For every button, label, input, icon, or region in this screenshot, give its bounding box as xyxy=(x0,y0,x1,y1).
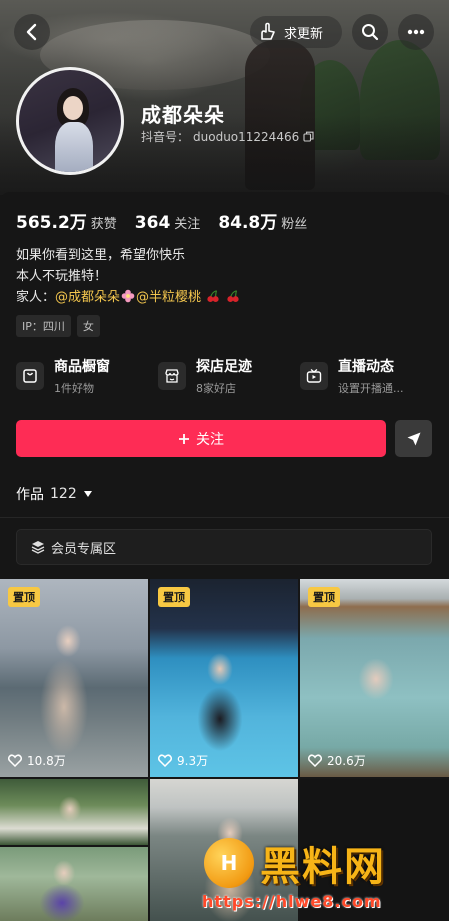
more-options-button[interactable] xyxy=(398,14,434,50)
divider xyxy=(0,517,449,518)
followers-count: 84.8万 xyxy=(218,213,278,233)
follow-button[interactable]: 关注 xyxy=(16,420,386,457)
cherry-emoji-icon xyxy=(207,290,219,303)
member-zone-button[interactable]: 会员专属区 xyxy=(16,529,432,565)
search-icon xyxy=(362,24,379,41)
video-likes: 10.8万 xyxy=(8,752,66,769)
family-label: 家人： xyxy=(16,290,56,305)
followers-stat[interactable]: 84.8万 粉丝 xyxy=(218,208,307,233)
video-likes: 9.3万 xyxy=(158,752,208,769)
shop-window-icon xyxy=(23,369,37,383)
douyin-id-label: 抖音号： xyxy=(141,130,190,144)
ip-location-tag: IP：四川 xyxy=(16,315,71,337)
followers-label: 粉丝 xyxy=(281,217,308,232)
caret-down-icon xyxy=(83,491,92,497)
watermark-url: https://hlwe8.com xyxy=(202,892,382,911)
following-stat[interactable]: 364 关注 xyxy=(135,213,201,233)
mention-link[interactable]: @半粒樱桃 xyxy=(136,290,201,305)
layers-icon xyxy=(31,541,45,554)
following-label: 关注 xyxy=(174,217,201,232)
watermark-brand: 黑料网 xyxy=(260,844,386,890)
hand-point-icon xyxy=(261,22,275,40)
store-visit-card[interactable]: 探店足迹 8家好店 xyxy=(158,352,252,400)
profile-tags: IP：四川 女 xyxy=(16,315,100,337)
more-dots-icon xyxy=(407,29,425,35)
card-subtitle: 8家好店 xyxy=(196,382,236,395)
gender-tag: 女 xyxy=(76,315,100,337)
member-zone-label: 会员专属区 xyxy=(51,541,117,557)
watermark-logo-icon: H xyxy=(204,838,254,888)
works-count: 122 xyxy=(50,486,77,502)
store-visit-icon xyxy=(165,369,179,383)
search-button[interactable] xyxy=(352,14,388,50)
card-subtitle: 1件好物 xyxy=(54,382,94,395)
card-title: 探店足迹 xyxy=(196,359,252,375)
heart-icon xyxy=(8,754,22,767)
likes-count: 565.2万 xyxy=(16,213,87,233)
bio-line: 本人不玩推特！ xyxy=(16,269,108,284)
likes-stat: 565.2万 获赞 xyxy=(16,208,117,233)
back-button[interactable] xyxy=(14,14,50,50)
video-likes-count: 20.6万 xyxy=(327,754,366,768)
profile-stats: 565.2万 获赞 364 关注 84.8万 粉丝 xyxy=(16,208,325,233)
video-thumbnail[interactable] xyxy=(0,847,148,921)
card-subtitle: 设置开播通... xyxy=(338,382,404,395)
video-thumbnail[interactable]: 置顶 20.6万 xyxy=(300,579,449,777)
feature-cards: 商品橱窗 1件好物 探店足迹 8家好店 直播动态 设置开播通... xyxy=(16,352,436,400)
bio-family-line: 家人：@成都朵朵 @半粒樱桃 xyxy=(16,287,241,308)
shop-window-card[interactable]: 商品橱窗 1件好物 xyxy=(16,352,110,400)
pinned-badge: 置顶 xyxy=(158,587,190,607)
video-thumbnail[interactable]: 置顶 9.3万 xyxy=(150,579,298,777)
site-watermark: H 黑料网 https://hlwe8.com xyxy=(200,830,449,918)
mention-link[interactable]: @成都朵朵 xyxy=(55,290,120,305)
video-likes-count: 9.3万 xyxy=(177,754,209,768)
pinned-badge: 置顶 xyxy=(8,587,40,607)
likes-label: 获赞 xyxy=(90,217,117,232)
card-title: 商品橱窗 xyxy=(54,359,110,375)
douyin-id-value: duoduo11224466 xyxy=(193,129,300,144)
heart-icon xyxy=(308,754,322,767)
pinned-badge: 置顶 xyxy=(308,587,340,607)
request-update-button[interactable]: 求更新 xyxy=(250,16,342,48)
video-likes-count: 10.8万 xyxy=(27,754,66,768)
works-label: 作品 xyxy=(16,487,44,503)
profile-bio: 如果你看到这里，希望你快乐 本人不玩推特！ 家人：@成都朵朵 @半粒樱桃 xyxy=(16,245,241,308)
video-thumbnail[interactable]: 置顶 10.8万 xyxy=(0,579,148,777)
top-bar: 求更新 xyxy=(0,14,449,52)
video-likes: 20.6万 xyxy=(308,752,366,769)
share-button[interactable] xyxy=(395,420,432,457)
live-tv-icon xyxy=(306,369,322,383)
live-updates-card[interactable]: 直播动态 设置开播通... xyxy=(300,352,404,400)
avatar[interactable] xyxy=(16,67,124,175)
profile-nickname: 成都朵朵 xyxy=(141,103,225,127)
card-title: 直播动态 xyxy=(338,359,394,375)
copy-icon[interactable] xyxy=(303,131,314,142)
flower-emoji-icon xyxy=(121,289,135,303)
follow-label: 关注 xyxy=(196,431,224,448)
send-arrow-icon xyxy=(407,432,420,445)
following-count: 364 xyxy=(134,213,171,233)
chevron-left-icon xyxy=(26,23,37,41)
douyin-id[interactable]: 抖音号： duoduo11224466 xyxy=(141,128,314,145)
bio-line: 如果你看到这里，希望你快乐 xyxy=(16,248,186,263)
cherry-emoji-icon xyxy=(227,290,239,303)
plus-icon xyxy=(179,433,189,444)
video-thumbnail[interactable] xyxy=(0,779,148,845)
tab-works[interactable]: 作品 122 xyxy=(16,484,93,504)
heart-icon xyxy=(158,754,172,767)
request-update-label: 求更新 xyxy=(284,26,324,42)
